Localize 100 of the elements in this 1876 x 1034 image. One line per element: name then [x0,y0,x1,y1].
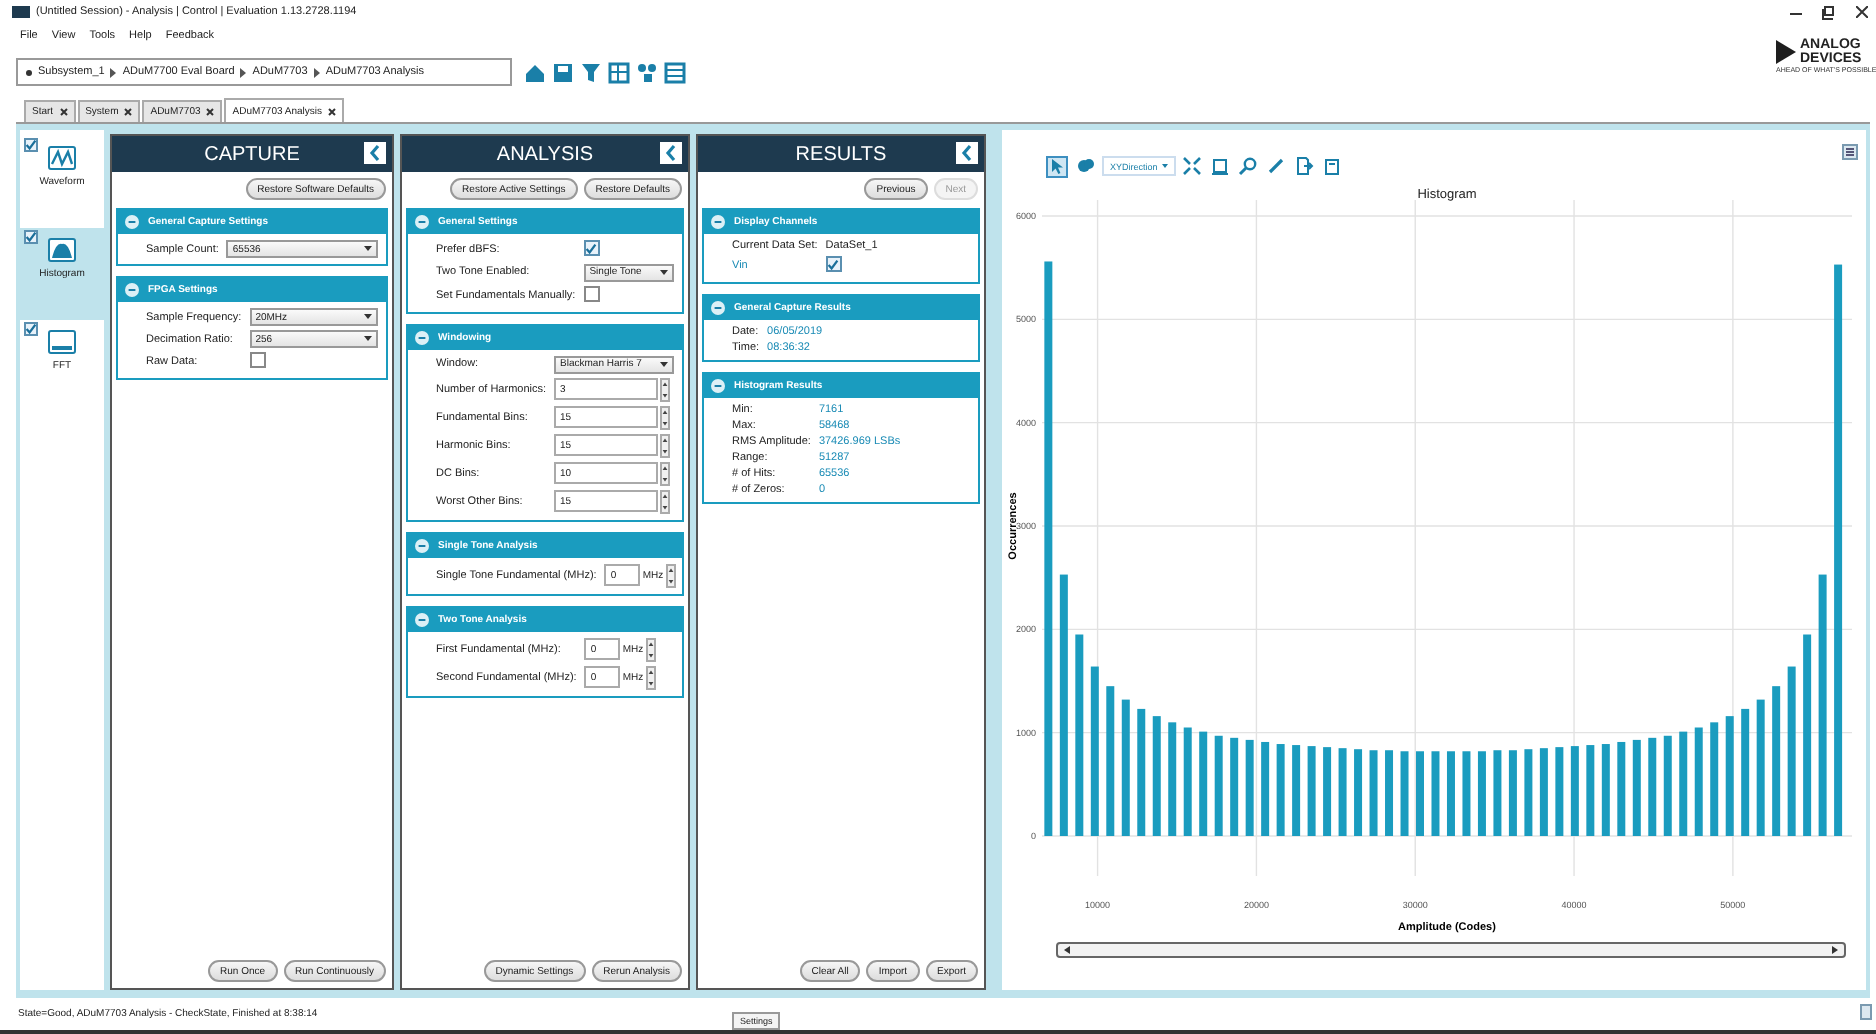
caret-icon [660,361,668,368]
save-icon[interactable] [552,61,574,83]
checkbox[interactable] [24,322,38,337]
funnel-icon[interactable] [580,61,602,83]
histogram-icon [48,238,76,263]
histogram-bar [1307,746,1316,837]
histogram-bar [1570,746,1579,837]
histogram-bar [1524,749,1533,837]
close-icon[interactable] [124,108,133,117]
network-icon[interactable] [636,61,658,83]
caret-icon [364,314,372,321]
histogram-bar [1338,748,1347,837]
scroll-left-icon[interactable] [1064,946,1070,955]
caret-icon [364,246,372,253]
search-tool[interactable] [1237,155,1260,178]
triangle-icon [1776,40,1796,64]
collapse-icon[interactable] [710,214,726,231]
waveform-icon [48,146,76,171]
histogram-bar [1245,740,1254,837]
histogram-bar [1648,738,1657,837]
collapse-icon[interactable] [124,282,140,299]
stepper-icon[interactable] [660,489,671,514]
histogram-bar [1617,742,1626,837]
checkbox[interactable] [583,285,600,302]
collapse-icon[interactable] [414,214,430,231]
panel-title: CAPTURE [204,143,300,166]
pen-tool[interactable] [1265,155,1288,178]
close-icon[interactable] [59,108,68,117]
histogram-bar [1416,751,1424,837]
caret-icon [660,269,668,276]
histogram-bar [1679,732,1688,837]
histogram-bar [1586,745,1595,837]
histogram-bar [1276,744,1285,837]
checkbox[interactable] [825,256,842,273]
histogram-bar [1663,736,1672,837]
close-icon[interactable] [206,108,215,117]
histogram-bar [1694,728,1703,837]
chevron-right-icon [240,67,247,77]
collapse-button[interactable] [660,142,682,165]
collapse-icon[interactable] [710,377,726,394]
histogram-bar [1385,750,1394,837]
grid-icon[interactable] [608,61,630,83]
histogram-bar [1323,747,1332,837]
close-icon[interactable] [1856,6,1868,18]
histogram-bar [1756,700,1765,837]
histogram-bar [1446,751,1455,837]
collapse-button[interactable] [956,142,978,165]
stepper-icon[interactable] [660,405,671,430]
stepper-icon[interactable] [645,665,656,690]
collapse-button[interactable] [364,142,386,165]
stepper-icon[interactable] [660,461,671,486]
collapse-icon[interactable] [414,611,430,628]
restore-icon[interactable] [1822,6,1836,20]
histogram-bar [1168,722,1177,837]
histogram-bar [1292,745,1301,837]
checkbox[interactable] [249,352,266,369]
export-tool[interactable] [1293,155,1316,178]
histogram-bar [1400,751,1409,837]
histogram-bar [1137,709,1146,837]
checkbox[interactable] [583,240,600,257]
histogram-bar [1183,728,1192,837]
stepper-icon[interactable] [660,377,671,402]
chart-menu-icon[interactable] [1842,144,1858,161]
pointer-tool[interactable] [1046,155,1068,178]
histogram-bar [1261,742,1270,837]
collapse-icon[interactable] [710,299,726,316]
histogram-bar [1152,716,1161,837]
close-icon[interactable] [328,107,336,116]
checkbox[interactable] [24,138,38,153]
spectrum-icon [48,330,76,355]
horizontal-scrollbar[interactable] [1056,942,1846,959]
histogram-bar [1462,751,1471,837]
collapse-icon[interactable] [414,329,430,346]
chevron-right-icon [313,67,320,77]
stepper-icon[interactable] [660,433,671,458]
histogram-bar [1632,740,1641,837]
checkbox[interactable] [24,230,38,245]
histogram-bar [1199,732,1208,837]
histogram-bar [1508,750,1517,837]
histogram-bar [1493,750,1502,837]
scroll-right-icon[interactable] [1832,946,1838,955]
histogram-bar [1710,722,1719,837]
collapse-icon[interactable] [414,537,430,554]
histogram-bar [1354,749,1363,837]
clipboard-tool[interactable] [1321,155,1344,178]
histogram-bar [1741,709,1750,837]
caret-icon [1161,164,1168,169]
caret-icon [364,336,372,343]
pan-tool[interactable] [1074,155,1096,178]
home-icon[interactable] [524,61,546,83]
stepper-icon[interactable] [645,637,656,662]
collapse-icon[interactable] [124,214,140,231]
table-icon[interactable] [664,61,686,83]
histogram-bar [1121,700,1130,837]
app-icon [12,4,30,20]
zoom-box-tool[interactable] [1209,155,1232,178]
panel-title: RESULTS [795,143,887,166]
stepper-icon[interactable] [665,563,676,588]
panel-icon[interactable] [1860,1004,1872,1021]
fit-tool[interactable] [1181,155,1204,178]
